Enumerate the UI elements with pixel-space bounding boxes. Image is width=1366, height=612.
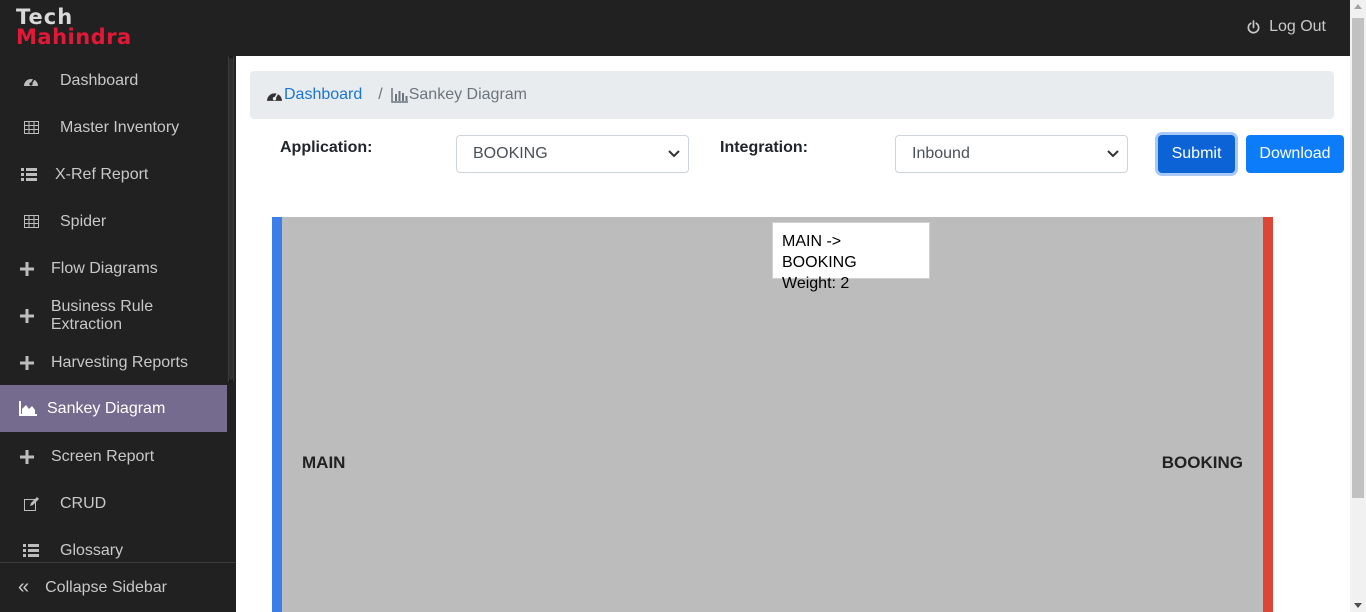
- sidebar-item-master-inventory[interactable]: Master Inventory: [0, 104, 227, 151]
- scroll-down-arrow-icon[interactable]: [1354, 603, 1362, 608]
- table-icon: [22, 120, 40, 136]
- application-label: Application:: [280, 139, 373, 156]
- sidebar-item-label: Dashboard: [60, 71, 139, 89]
- breadcrumb-separator: /: [378, 86, 383, 103]
- breadcrumb: Dashboard / Sankey Diagram: [250, 71, 1334, 119]
- double-chevron-left-icon: «: [18, 576, 30, 598]
- sidebar: Dashboard Master Inventory X-Ref Report …: [0, 56, 236, 612]
- sidebar-item-xref-report[interactable]: X-Ref Report: [0, 151, 227, 198]
- edit-icon: [22, 496, 40, 512]
- logo-text-tech: Tech: [16, 5, 74, 29]
- sidebar-item-label: Flow Diagrams: [51, 259, 158, 277]
- logout-label: Log Out: [1269, 18, 1326, 35]
- breadcrumb-home-label: Dashboard: [284, 86, 363, 103]
- breadcrumb-dashboard-link[interactable]: Dashboard: [266, 86, 362, 104]
- logout-button[interactable]: Log Out: [1246, 18, 1326, 36]
- plus-icon: [18, 449, 36, 465]
- sidebar-item-flow-diagrams[interactable]: Flow Diagrams: [0, 245, 227, 292]
- sankey-node-label-target: BOOKING: [1161, 453, 1243, 472]
- chevron-down-icon: [1107, 150, 1119, 158]
- integration-select-value: Inbound: [912, 145, 970, 162]
- sidebar-item-label: Harvesting Reports: [51, 353, 188, 371]
- submit-button[interactable]: Submit: [1158, 135, 1235, 173]
- sidebar-item-crud[interactable]: CRUD: [0, 480, 227, 527]
- breadcrumb-current-label: Sankey Diagram: [408, 86, 528, 103]
- sidebar-item-business-rule-extraction[interactable]: Business Rule Extraction: [0, 292, 227, 339]
- collapse-sidebar-label: Collapse Sidebar: [45, 578, 167, 596]
- list-icon: [22, 543, 40, 559]
- sidebar-scrollbar-thumb[interactable]: [229, 58, 233, 380]
- sidebar-item-label: CRUD: [60, 494, 107, 512]
- dashboard-gauge-icon: [22, 73, 40, 89]
- sidebar-item-dashboard[interactable]: Dashboard: [0, 57, 227, 104]
- sankey-node-source[interactable]: [272, 217, 282, 612]
- tooltip-link-label: MAIN -> BOOKING: [782, 233, 857, 271]
- breadcrumb-current: Sankey Diagram: [390, 86, 528, 104]
- sidebar-item-screen-report[interactable]: Screen Report: [0, 433, 227, 480]
- sidebar-item-sankey-diagram[interactable]: Sankey Diagram: [0, 385, 227, 432]
- sidebar-item-label: Master Inventory: [60, 118, 180, 136]
- plus-icon: [18, 308, 36, 324]
- power-icon: [1247, 19, 1260, 34]
- collapse-sidebar-button[interactable]: « Collapse Sidebar: [0, 562, 236, 612]
- tech-mahindra-logo[interactable]: Tech Mahindra: [16, 5, 132, 49]
- table-icon: [22, 214, 40, 230]
- download-button[interactable]: Download: [1246, 135, 1344, 173]
- chevron-down-icon: [668, 150, 680, 158]
- page-scrollbar-thumb[interactable]: [1352, 18, 1364, 498]
- sidebar-item-label: Screen Report: [51, 447, 155, 465]
- sidebar-item-label: Glossary: [60, 541, 124, 559]
- integration-select[interactable]: Inbound: [895, 135, 1128, 173]
- sankey-node-label-source: MAIN: [302, 453, 346, 472]
- sidebar-item-spider[interactable]: Spider: [0, 198, 227, 245]
- sidebar-item-label: Business Rule Extraction: [50, 297, 154, 333]
- sankey-tooltip: MAIN -> BOOKING Weight: 2: [772, 222, 930, 292]
- sidebar-item-label: X-Ref Report: [55, 165, 149, 183]
- dashboard-gauge-icon: [267, 92, 282, 101]
- sidebar-item-label: Spider: [60, 212, 107, 230]
- tooltip-weight-label: Weight: 2: [782, 275, 850, 292]
- list-icon: [20, 167, 38, 183]
- plus-icon: [18, 355, 36, 371]
- sankey-node-target[interactable]: [1263, 217, 1273, 612]
- sidebar-item-harvesting-reports[interactable]: Harvesting Reports: [0, 339, 227, 386]
- area-chart-icon: [19, 401, 37, 417]
- application-select[interactable]: BOOKING: [456, 135, 689, 173]
- bar-chart-icon: [390, 87, 408, 103]
- scroll-up-arrow-icon[interactable]: [1354, 4, 1362, 9]
- logo-text-mahindra: Mahindra: [16, 25, 132, 49]
- application-select-value: BOOKING: [473, 145, 548, 162]
- integration-label: Integration:: [720, 139, 808, 156]
- sidebar-item-label: Sankey Diagram: [47, 399, 166, 417]
- plus-icon: [18, 261, 36, 277]
- top-navbar: Tech Mahindra Log Out: [0, 0, 1350, 56]
